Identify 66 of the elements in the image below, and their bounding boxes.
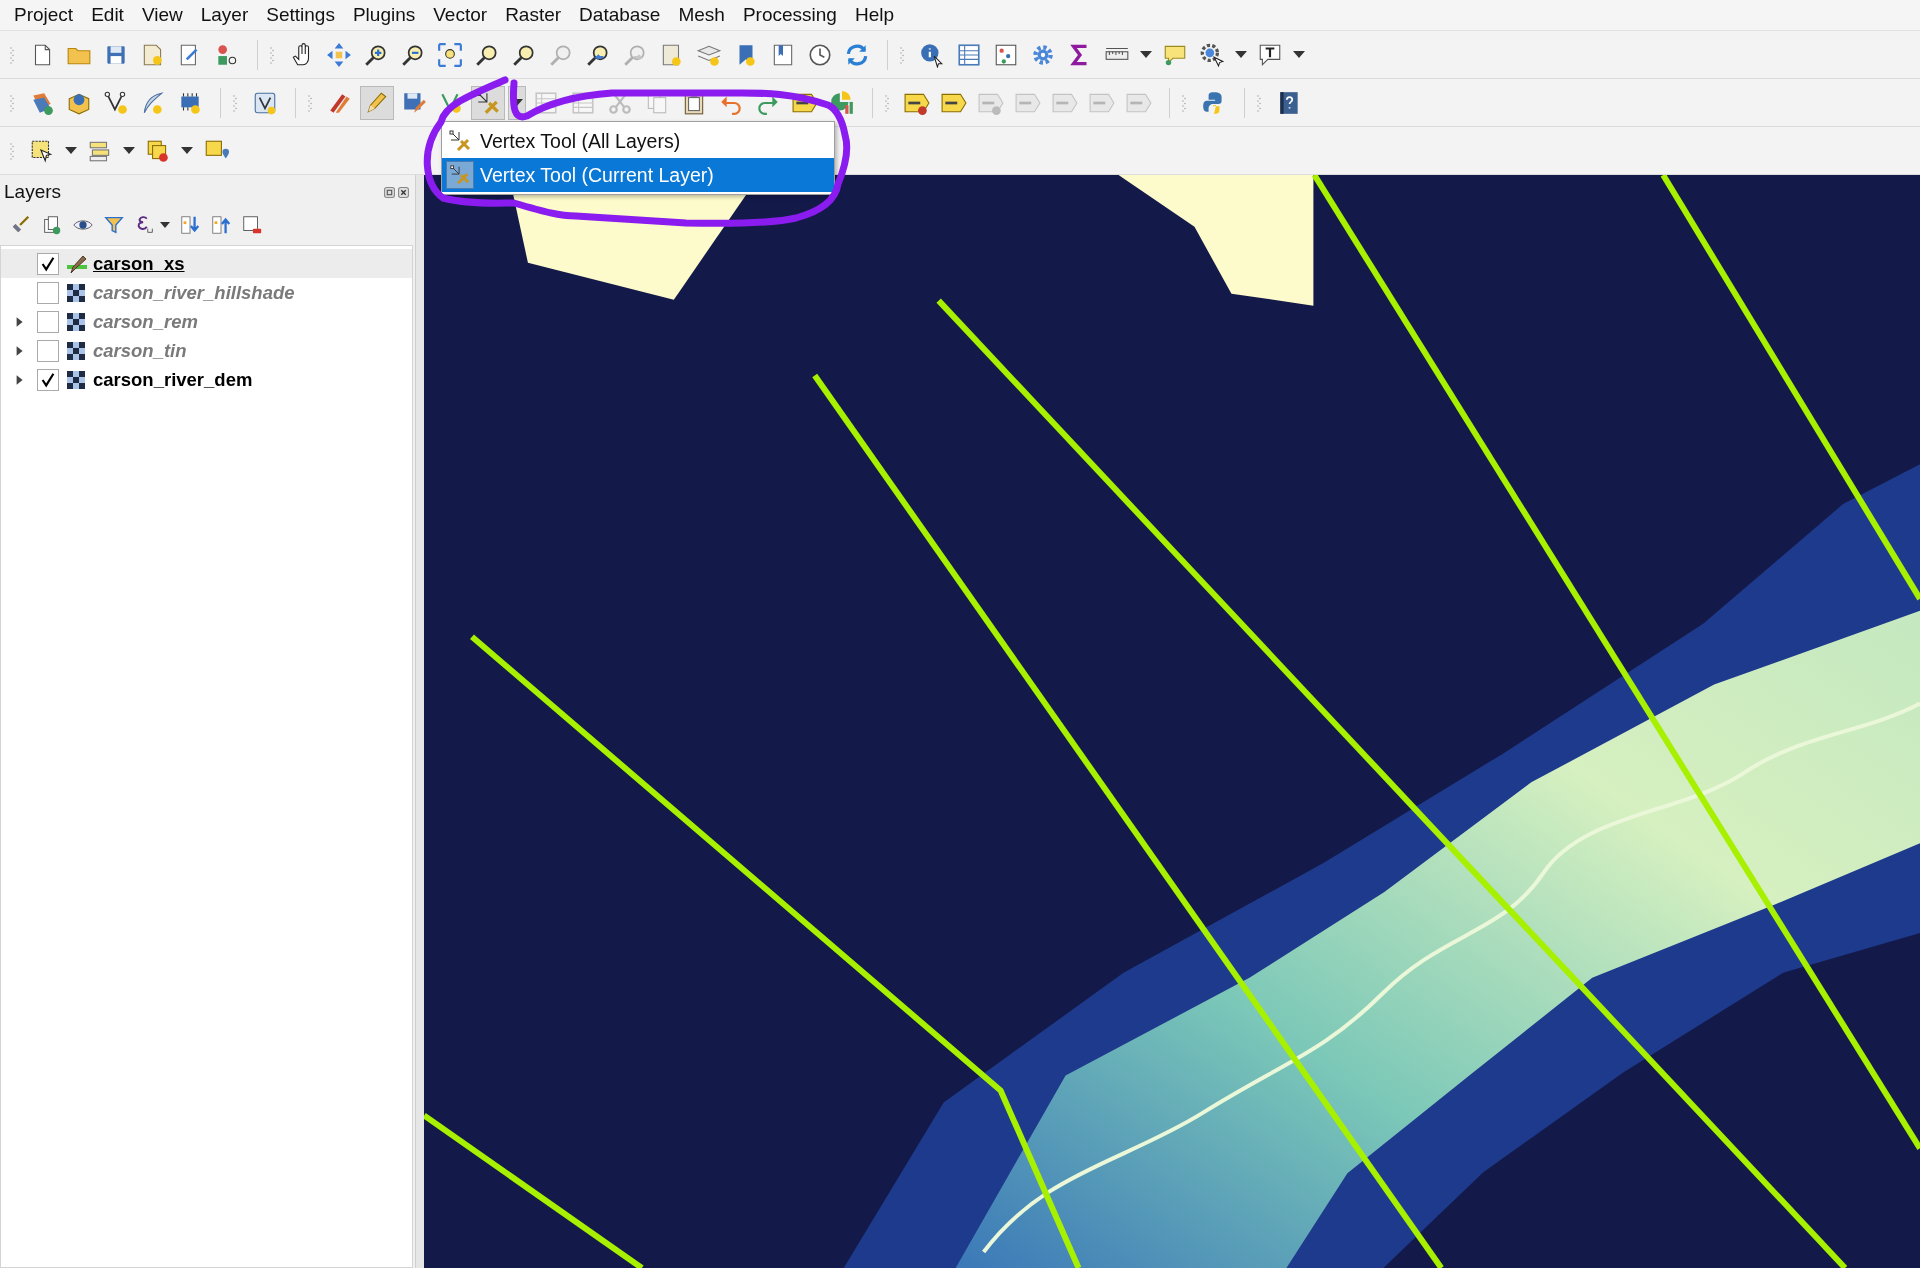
layer-row[interactable]: carson_river_dem <box>1 365 412 394</box>
refresh-icon <box>844 41 870 68</box>
pan-arrows-icon <box>326 41 352 68</box>
layer-checkbox[interactable] <box>37 310 59 333</box>
gear-cursor-icon <box>1199 41 1225 68</box>
menu-item[interactable]: Mesh <box>670 2 733 28</box>
caret-icon[interactable] <box>160 222 170 228</box>
toolbar-handle-icon[interactable] <box>885 92 889 113</box>
table-icon <box>570 89 596 116</box>
pie-chart-icon <box>829 89 855 116</box>
layer-checkbox[interactable] <box>37 252 59 275</box>
table-icon <box>956 41 982 68</box>
expand-all-icon[interactable] <box>179 214 201 236</box>
layer-row[interactable]: carson_rem <box>1 307 412 336</box>
layer-name: carson_river_dem <box>93 368 253 391</box>
toolbar-handle-icon[interactable] <box>1257 92 1261 113</box>
caret-icon <box>1293 51 1305 58</box>
close-icon[interactable] <box>398 186 409 198</box>
toolbar-handle-icon[interactable] <box>10 92 14 113</box>
menu-option[interactable]: Vertex Tool (All Layers) <box>442 124 834 158</box>
menu-item[interactable]: Project <box>6 2 82 28</box>
table-icon <box>533 89 559 116</box>
vertex-tool-icon <box>446 161 474 189</box>
toolbar-handle-icon[interactable] <box>233 92 237 113</box>
menu-item[interactable]: Settings <box>258 2 343 28</box>
remove-layer-icon[interactable] <box>241 214 263 236</box>
menu-item[interactable]: Help <box>846 2 902 28</box>
panel-title: Layers <box>4 181 62 203</box>
menu-item[interactable]: Layer <box>192 2 257 28</box>
toolbar-handle-icon[interactable] <box>308 92 312 113</box>
menu-item[interactable]: Raster <box>497 2 570 28</box>
layer-name: carson_xs <box>93 252 185 275</box>
layer-name: carson_tin <box>93 339 187 362</box>
float-panel-icon[interactable] <box>384 186 395 198</box>
toolbar-handle-icon[interactable] <box>10 140 14 161</box>
caret-icon <box>1140 51 1152 58</box>
toolbar-handle-icon[interactable] <box>270 44 274 65</box>
layer-row[interactable]: carson_xs <box>1 249 412 278</box>
layer-name: carson_river_hillshade <box>93 281 295 304</box>
menu-item[interactable]: Edit <box>83 2 132 28</box>
layer-row[interactable]: carson_tin <box>1 336 412 365</box>
toolbar-handle-icon[interactable] <box>900 44 904 65</box>
menu-item[interactable]: Vector <box>425 2 496 28</box>
caret-icon <box>181 147 193 154</box>
menu-item[interactable]: View <box>133 2 191 28</box>
menu-item[interactable]: Plugins <box>344 2 424 28</box>
menu-item[interactable]: Database <box>571 2 669 28</box>
filter-icon[interactable] <box>103 214 125 236</box>
add-group-icon[interactable] <box>41 214 63 236</box>
caret-icon <box>1235 51 1247 58</box>
layer-checkbox[interactable] <box>37 281 59 304</box>
menu-option[interactable]: Vertex Tool (Current Layer) <box>442 158 834 192</box>
toolbar-handle-icon[interactable] <box>1182 92 1186 113</box>
layer-checkbox[interactable] <box>37 339 59 362</box>
vertex-v-icon <box>103 89 129 116</box>
toolbar-handle-icon[interactable] <box>10 44 14 65</box>
layer-row[interactable]: carson_river_hillshade <box>1 278 412 307</box>
collapse-all-icon[interactable] <box>210 214 232 236</box>
caret-icon <box>65 147 77 154</box>
zoom-full-icon <box>437 41 463 68</box>
caret-icon <box>123 147 135 154</box>
clock-icon <box>807 41 833 68</box>
layer-checkbox[interactable] <box>37 368 59 391</box>
menu-item[interactable]: Processing <box>734 2 845 28</box>
layer-name: carson_rem <box>93 310 198 333</box>
identify-icon <box>919 41 945 68</box>
